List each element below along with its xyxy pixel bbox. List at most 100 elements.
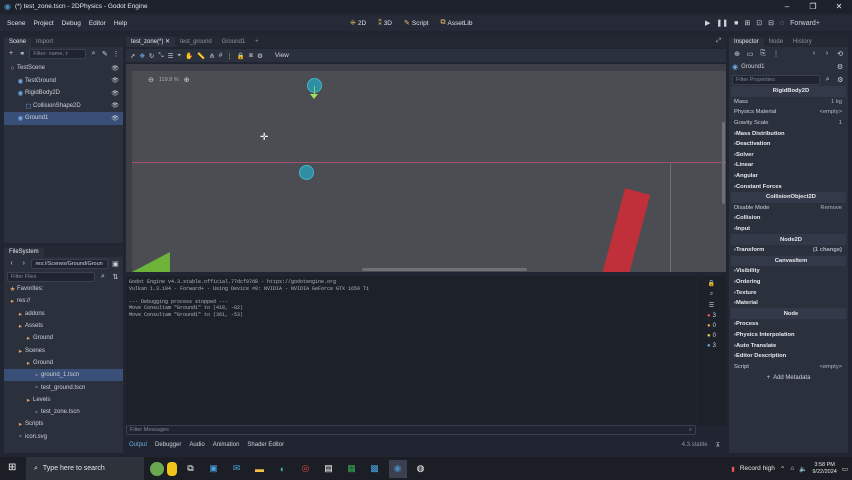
pause-icon[interactable]: ❚❚ — [716, 19, 728, 27]
back-icon[interactable]: ‹ — [7, 260, 16, 267]
menu-project[interactable]: Project — [29, 20, 57, 27]
remote-debug-icon[interactable]: ⊞ — [744, 19, 750, 27]
play-scene-icon[interactable]: ⊡ — [756, 19, 762, 27]
godot-taskbar-icon[interactable]: ◉ — [388, 459, 407, 478]
file-item[interactable]: ▸ Scenes — [4, 344, 123, 356]
add-node-icon[interactable]: + — [7, 50, 15, 57]
open-icon[interactable]: ▭ — [745, 50, 755, 58]
inspector-row[interactable]: Mass 1 kg — [729, 97, 848, 108]
inspector-row[interactable]: › Texture — [729, 287, 848, 298]
tab-filesystem[interactable]: FileSystem — [4, 248, 44, 257]
inspector-row[interactable]: › Process — [729, 319, 848, 330]
add-metadata-button[interactable]: + Add Metadata — [729, 375, 848, 381]
scene-node-rigidbody2d[interactable]: ◉ RigidBody2D 👁 — [4, 87, 123, 100]
expand-panel-icon[interactable]: ⊼ — [716, 442, 720, 449]
maximize-button[interactable]: ❐ — [800, 0, 826, 13]
file-item[interactable]: ▸ Scripts — [4, 418, 123, 430]
store-icon[interactable]: ▣ — [205, 460, 223, 478]
app-icon[interactable]: ▤ — [320, 460, 338, 478]
add-scene-tab-icon[interactable]: + — [250, 38, 264, 47]
visibility-icon[interactable]: 👁 — [111, 77, 119, 84]
tab-scene[interactable]: Scene — [4, 38, 32, 47]
search-icon[interactable]: ⌕ — [710, 291, 713, 298]
notification-icon[interactable]: ▭ — [842, 465, 848, 473]
scene-filter-input[interactable]: Filter: name, t: — [29, 48, 87, 59]
scene-tab-test-ground[interactable]: test_ground — [175, 38, 217, 47]
clock[interactable]: 3:58 PM 9/22/2024 — [812, 462, 836, 476]
error-icon[interactable]: ● — [707, 313, 711, 319]
file-item[interactable]: ▫ icon.svg — [4, 431, 123, 443]
list-icon[interactable]: ☰ — [709, 302, 714, 309]
record-icon[interactable]: ▮ — [731, 465, 735, 473]
rotate-tool-icon[interactable]: ↻ — [149, 52, 154, 60]
path-field[interactable]: res://Scenes/Ground/Groun — [31, 258, 108, 269]
edge-icon[interactable]: ◐ — [274, 460, 292, 478]
tab-history[interactable]: History — [788, 38, 817, 47]
inspector-row[interactable]: Gravity Scale 1 — [729, 118, 848, 129]
tab-shader-editor[interactable]: Shader Editor — [247, 442, 284, 448]
ruler-tool-icon[interactable]: 📏 — [197, 52, 205, 60]
group-icon[interactable]: ⧈ — [249, 52, 253, 60]
inspector-value[interactable]: <empty> — [819, 364, 842, 370]
menu-editor[interactable]: Editor — [85, 20, 110, 27]
chrome-icon[interactable]: ◎ — [297, 460, 315, 478]
file-item[interactable]: ▸ addons — [4, 308, 123, 320]
search-icon[interactable]: ⌕ — [823, 76, 833, 84]
inspector-row[interactable]: › Collision — [729, 213, 848, 224]
file-item[interactable]: ▸ Levels — [4, 394, 123, 406]
settings-icon[interactable]: ⚙ — [835, 76, 845, 84]
file-item[interactable]: ▫ ground_1.tscn — [4, 369, 123, 382]
ground-red[interactable] — [601, 188, 651, 272]
visibility-icon[interactable]: 👁 — [111, 102, 119, 109]
tab-import[interactable]: Import — [31, 38, 58, 47]
network-icon[interactable]: ⌂ — [790, 465, 794, 472]
file-item[interactable]: ★ Favorites: — [4, 283, 123, 295]
workspace-script[interactable]: ✎ Script — [404, 19, 429, 28]
history-icon[interactable]: ⟲ — [835, 50, 845, 58]
info-icon[interactable]: ● — [707, 333, 711, 339]
close-icon[interactable]: ✕ — [165, 39, 170, 45]
word-icon[interactable]: ▩ — [366, 460, 384, 478]
inspector-row[interactable]: Disable Mode Remove — [729, 203, 848, 214]
inspector-row[interactable]: › Constant Forces — [729, 181, 848, 192]
mail-icon[interactable]: ✉ — [228, 460, 246, 478]
workspace-assetlib[interactable]: ⧉ AssetLib — [441, 19, 473, 27]
inspector-row[interactable]: Script <empty> — [729, 361, 848, 372]
play-icon[interactable]: ▶ — [705, 19, 710, 27]
zoom-out-icon[interactable]: ⊖ — [148, 76, 154, 84]
split-icon[interactable]: ▣ — [111, 260, 120, 268]
inspector-row[interactable]: › Mass Distribution — [729, 128, 848, 139]
windows-start-icon[interactable]: ⊞ — [8, 462, 16, 473]
filter-messages-input[interactable]: Filter Messages ⌕ — [126, 425, 696, 435]
tab-node[interactable]: Node — [764, 38, 788, 47]
inspector-row[interactable]: › Physics Interpolation — [729, 330, 848, 341]
zoom-level[interactable]: 119.9 % — [159, 77, 179, 83]
workspace-3d[interactable]: ⁑ 3D — [378, 19, 392, 28]
scene-node-collisionshape2d[interactable]: ▢ CollisionShape2D 👁 — [4, 100, 123, 113]
inspector-row[interactable]: › Auto Translate — [729, 340, 848, 351]
scale-tool-icon[interactable]: ⤡ — [158, 52, 163, 60]
forward-icon[interactable]: › — [19, 260, 28, 267]
list-tool-icon[interactable]: ☰ — [168, 52, 174, 60]
history-back-icon[interactable]: ‹ — [809, 50, 819, 57]
history-forward-icon[interactable]: › — [822, 50, 832, 57]
file-item[interactable]: ▸ Ground — [4, 357, 123, 369]
warning-icon[interactable]: ● — [707, 323, 711, 329]
file-item[interactable]: ▸ Assets — [4, 320, 123, 332]
new-resource-icon[interactable]: ⊕ — [732, 50, 742, 58]
play-custom-icon[interactable]: ⊟ — [768, 19, 774, 27]
inspector-row[interactable]: › Input — [729, 224, 848, 235]
inspector-row[interactable]: › Solver — [729, 150, 848, 161]
file-explorer-icon[interactable]: ▬ — [251, 460, 269, 478]
minimize-button[interactable]: – — [774, 0, 800, 13]
volume-icon[interactable]: 🔈 — [799, 465, 807, 473]
scene-tab-ground1[interactable]: Ground1 — [217, 38, 250, 47]
extra-icon[interactable]: ⋮ — [771, 50, 781, 58]
scene-node-testground[interactable]: ◉ TestGround 👁 — [4, 75, 123, 88]
snap-icon[interactable]: ⋔ — [209, 52, 214, 60]
inspector-value[interactable]: 1 — [839, 120, 842, 126]
tab-audio[interactable]: Audio — [189, 442, 204, 448]
pivot-tool-icon[interactable]: ⌖ — [177, 52, 181, 60]
inspector-row[interactable]: › Angular — [729, 171, 848, 182]
object-name[interactable]: Ground1 — [741, 64, 764, 70]
